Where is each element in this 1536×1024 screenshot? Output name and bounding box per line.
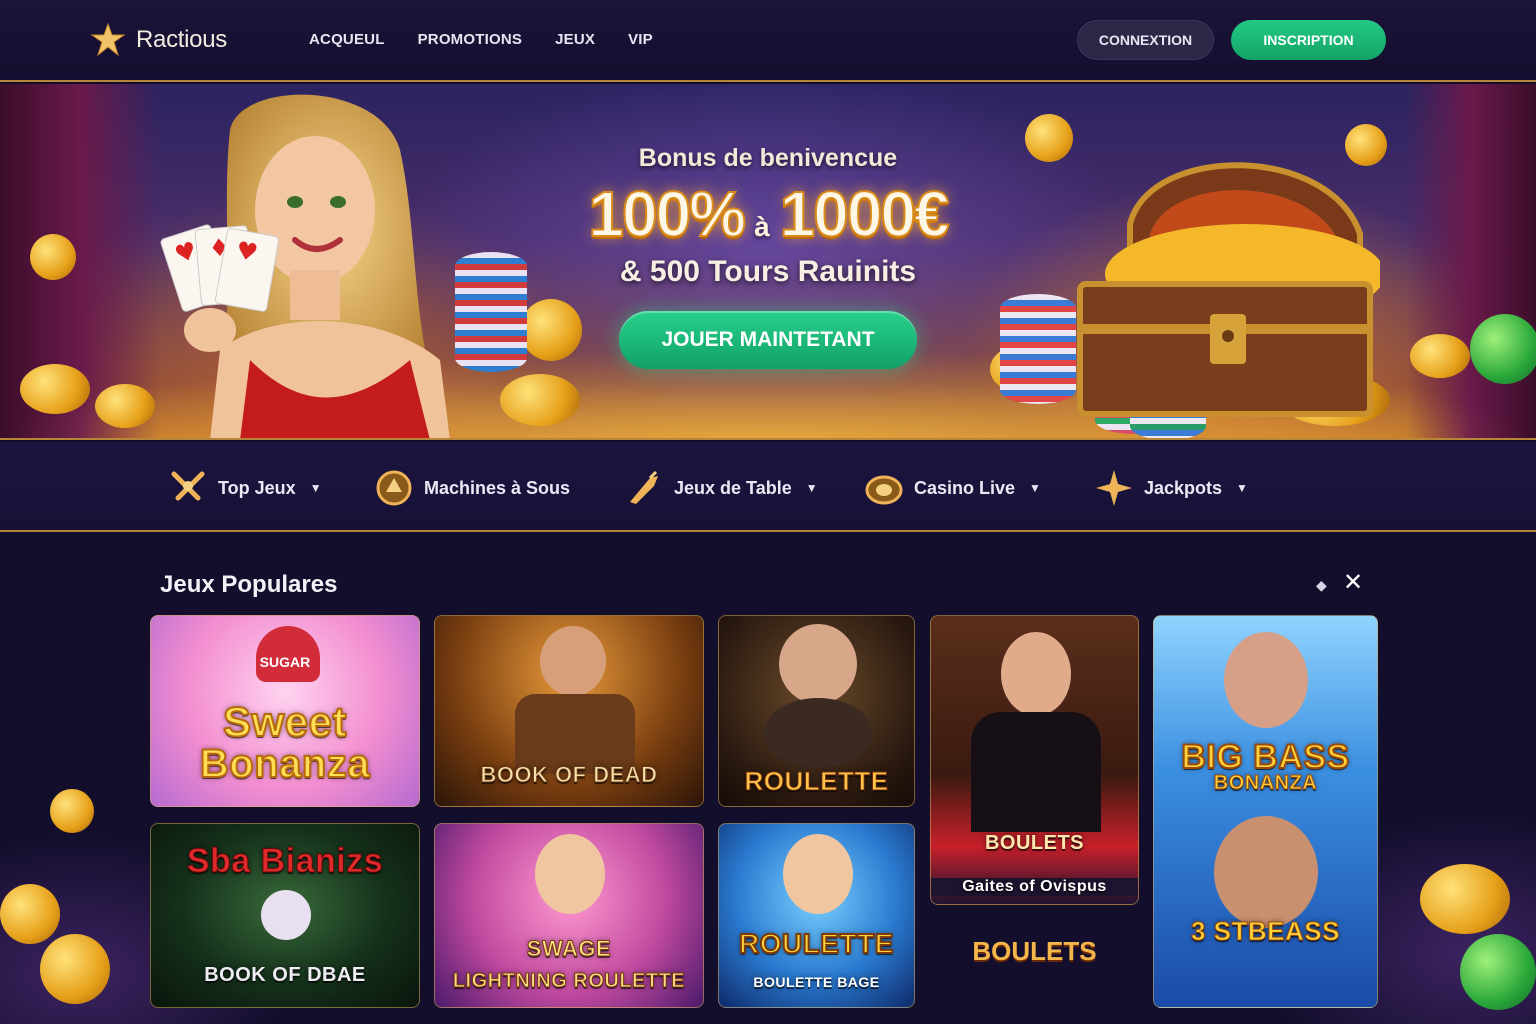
game-card-lightning-roulette[interactable]: SWAGE LIGHTNING ROULETTE [434,823,704,1008]
login-button[interactable]: CONNEXTION [1077,20,1214,60]
hero-subtitle: Bonus de benivencue [638,144,898,172]
game-card-roulette-2[interactable]: ROULETTE BOULETTE BAGE [718,823,915,1008]
dealer-body [971,712,1101,832]
dealer-face [1001,632,1071,716]
game-title: Sweet [222,697,347,746]
category-slots[interactable]: Machines à Sous [374,468,570,508]
category-live-casino[interactable]: Casino Live ▼ [864,468,1041,508]
game-title: ROULETTE [744,766,889,797]
section-title: Jeux Populares [160,571,338,598]
popular-games-section: Jeux Populares ◆ ✕ SUGAR Sweet Bonanza B… [0,534,1536,1024]
warrior-face [1224,632,1308,728]
game-card-sweet-bonanza[interactable]: SUGAR Sweet Bonanza [150,615,420,807]
category-label: Jackpots [1144,477,1223,498]
viking-face [1214,816,1318,928]
category-jackpots[interactable]: Jackpots ▼ [1094,468,1248,508]
treasure-chest-illustration [1077,162,1380,417]
nav-item-games[interactable]: JEUX [555,31,595,48]
game-title: Gaites of Ovispus [931,878,1138,896]
signup-button[interactable]: INSCRIPTION [1231,20,1386,60]
carousel-prev-icon[interactable]: ◆ [1316,577,1327,594]
category-label: Machines à Sous [424,477,571,498]
woman-face [535,834,605,914]
hero-amount-row: 100% à 1000€ [468,177,1068,251]
category-top-games[interactable]: Top Jeux ▼ [168,468,322,508]
game-badge: BOULETS [984,832,1085,854]
category-table-games[interactable]: Jeux de Table ▼ [624,468,818,508]
explorer-face [540,626,606,696]
sparkle-star-icon [1096,470,1132,506]
game-subtitle: BOULETTE BAGE [753,974,880,990]
game-title: 3 STBEASS [1191,916,1341,947]
category-bar: Top Jeux ▼ Machines à Sous Jeux de Table… [0,442,1536,532]
hero-text-block: Bonus de benivencue 100% à 1000€ & 500 T… [468,144,1068,369]
game-card-gaites-of-ovispus[interactable]: BOULETS Gaites of Ovispus [930,615,1139,905]
category-label: Casino Live [914,477,1016,498]
close-icon[interactable]: ✕ [1343,571,1363,595]
roulette-wheel-icon [865,475,903,505]
slot-machine-icon [376,470,412,506]
nav-item-home[interactable]: ACQUEUL [309,31,385,48]
game-card-book-of-dead[interactable]: BOOK OF DEAD [434,615,704,807]
green-coin-icon [1460,934,1536,1010]
coin-icon [50,789,94,833]
nav-item-promotions[interactable]: PROMOTIONS [418,31,523,48]
coin-icon [40,934,110,1004]
game-badge: SUGAR [259,654,311,670]
crossed-swords-icon [171,471,205,501]
hero-percent: 100% [587,177,747,251]
dealer-face [779,624,857,704]
chevron-down-icon: ▼ [1029,481,1041,495]
coin-icon [20,364,90,414]
coin-icon [1420,864,1510,934]
hero-amount: 1000€ [779,177,951,251]
brand-name: Ractious [136,26,227,53]
game-card-roulette[interactable]: ROULETTE [718,615,915,807]
main-nav: ACQUEUL PROMOTIONS JEUX VIP [309,31,653,48]
hero-connector: à [754,211,770,242]
woman-face [783,834,853,914]
game-card-big-bass-bonanza[interactable]: BIG BASS BONANZA 3 STBEASS [1153,615,1378,1008]
coin-icon [95,384,155,428]
star-logo-icon [90,22,126,57]
game-badge: Sba Bianizs [186,842,384,881]
hero-banner: ♥ ♦ ♥ Bonus de benivencue 100% à 1000€ &… [0,84,1536,440]
green-coin-icon [1470,314,1536,384]
chevron-down-icon: ▼ [1236,481,1248,495]
game-title: BOOK OF DBAE [204,964,366,986]
play-now-button[interactable]: JOUER MAINTETANT [619,311,917,369]
game-badge: SWAGE [526,936,612,962]
game-title: ROULETTE [738,927,894,960]
nav-item-vip[interactable]: VIP [628,31,653,48]
category-label: Top Jeux [218,477,296,498]
coin-icon [0,884,60,944]
dealer-hand-icon [630,470,658,504]
game-label-boulets: BOULETS [972,936,1097,966]
game-card-book-of-dbae[interactable]: Sba Bianizs BOOK OF DBAE [150,823,420,1008]
brand-logo[interactable]: Ractious [90,22,227,58]
coin-icon [1410,334,1470,378]
category-label: Jeux de Table [674,477,792,498]
game-title: BOOK OF DEAD [480,762,658,788]
game-title: Bonanza [199,741,371,787]
chevron-down-icon: ▼ [805,481,818,495]
roulette-center [261,890,311,940]
game-title: LIGHTNING ROULETTE [452,970,686,993]
hero-free-spins: & 500 Tours Rauinits [619,255,917,288]
game-title: BONANZA [1213,772,1318,795]
coin-icon [30,234,76,280]
chevron-down-icon: ▼ [309,481,322,495]
dealer-body [764,698,872,768]
site-header: Ractious ACQUEUL PROMOTIONS JEUX VIP CON… [0,0,1536,82]
